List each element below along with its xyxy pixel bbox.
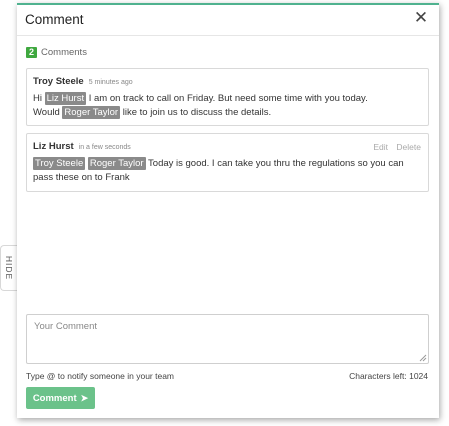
hide-panel-tab[interactable]: HIDE xyxy=(0,245,18,291)
mention-hint: Type @ to notify someone in your team xyxy=(26,371,175,381)
comment-timestamp: in a few seconds xyxy=(78,144,131,151)
comment-count: 2 Comments xyxy=(26,45,87,59)
comment-timestamp: 5 minutes ago xyxy=(88,79,133,86)
comment-count-badge: 2 xyxy=(26,46,38,58)
panel-header: Comment ✕ xyxy=(17,5,439,36)
comment-actions: Edit Delete xyxy=(367,142,421,152)
comment-card: Liz Hurst in a few seconds Edit Delete T… xyxy=(26,133,429,192)
mention-tag[interactable]: Liz Hurst xyxy=(44,92,87,105)
comment-input[interactable] xyxy=(26,314,429,364)
edit-comment-link[interactable]: Edit xyxy=(373,142,388,152)
comment-body: Troy Steele Roger Taylor Today is good. … xyxy=(33,157,404,183)
mention-tag[interactable]: Troy Steele xyxy=(33,157,86,170)
mention-tag[interactable]: Roger Taylor xyxy=(87,157,146,170)
comment-author: Liz Hurst xyxy=(33,141,74,152)
resize-grip-icon[interactable] xyxy=(419,354,427,362)
submit-comment-button[interactable]: Comment ➤ xyxy=(26,387,95,409)
close-icon[interactable]: ✕ xyxy=(411,8,431,28)
comment-card: Troy Steele 5 minutes ago Hi Liz Hurst I… xyxy=(26,68,429,126)
submit-comment-label: Comment xyxy=(32,392,77,404)
mention-tag[interactable]: Roger Taylor xyxy=(62,106,121,119)
comment-panel: Comment ✕ 2 Comments Troy Steele 5 minut… xyxy=(17,3,439,418)
send-arrow-icon: ➤ xyxy=(80,392,89,403)
delete-comment-link[interactable]: Delete xyxy=(396,142,421,152)
comment-body: Hi Liz Hurst I am on track to call on Fr… xyxy=(33,92,368,119)
panel-title: Comment xyxy=(25,12,84,27)
characters-left: Characters left: 1024 xyxy=(349,371,428,381)
hide-tab-label: HIDE xyxy=(4,255,15,281)
comment-count-label: Comments xyxy=(41,46,87,58)
comment-author: Troy Steele xyxy=(33,76,84,87)
